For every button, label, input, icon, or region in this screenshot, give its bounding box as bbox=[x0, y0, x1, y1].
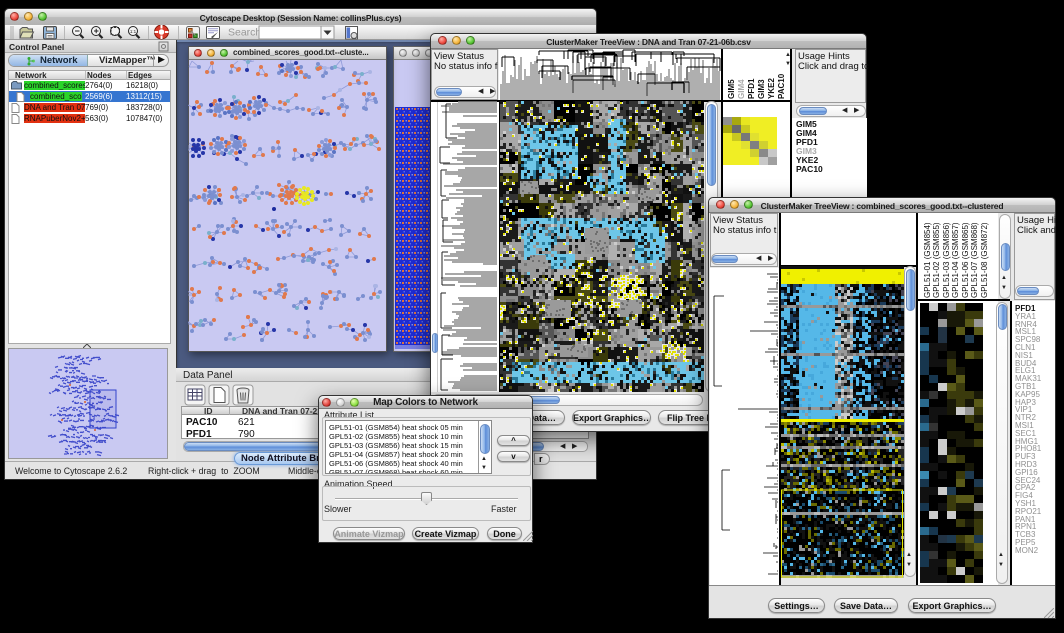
svg-text:1:1: 1:1 bbox=[130, 29, 137, 34]
